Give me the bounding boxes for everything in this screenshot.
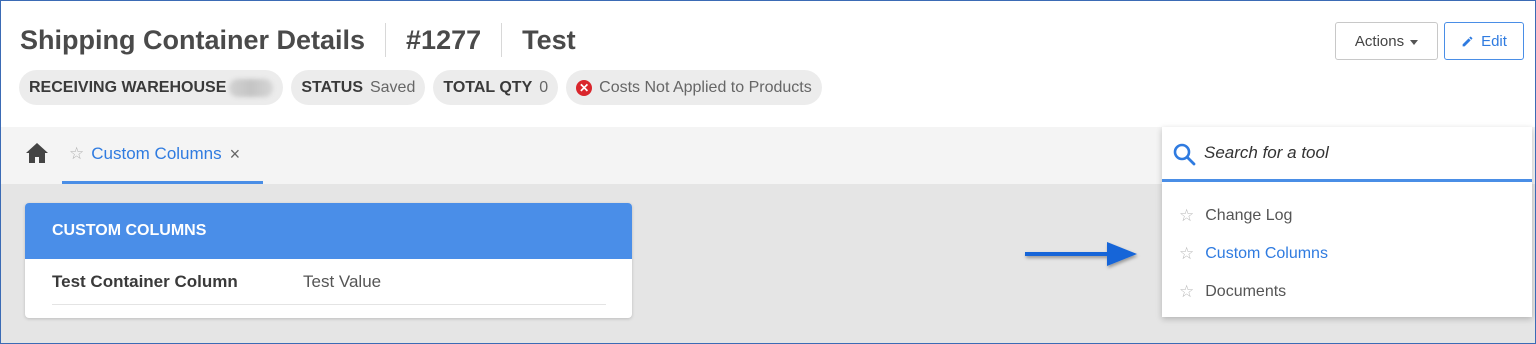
tool-item-change-log[interactable]: ☆ Change Log [1162, 197, 1532, 235]
edit-button[interactable]: Edit [1444, 22, 1524, 60]
record-number: #1277 [406, 25, 482, 55]
tool-search-bar [1162, 127, 1532, 182]
status-value: Saved [369, 78, 416, 96]
close-icon[interactable]: × [230, 144, 241, 165]
card-title: CUSTOM COLUMNS [25, 203, 632, 259]
status-chip: STATUS Saved [291, 70, 426, 105]
total-qty-value: 0 [539, 78, 549, 96]
title-row: Shipping Container Details #1277 Test [20, 23, 576, 57]
tool-item-label: Change Log [1205, 207, 1293, 224]
tool-search-dropdown: ☆ Change Log ☆ Custom Columns ☆ Document… [1162, 127, 1532, 317]
total-qty-chip: TOTAL QTY 0 [433, 70, 559, 105]
status-label: STATUS [301, 78, 363, 96]
tool-item-label: Custom Columns [1205, 245, 1328, 262]
arrow-right-icon [1025, 242, 1137, 266]
custom-column-row: Test Container Column Test Value [52, 259, 606, 305]
edit-button-label: Edit [1481, 32, 1507, 50]
app-frame: Shipping Container Details #1277 Test RE… [0, 0, 1536, 344]
total-qty-label: TOTAL QTY [443, 78, 533, 96]
tab-label: Custom Columns [91, 144, 222, 163]
title-divider [385, 23, 387, 57]
search-icon [1173, 143, 1196, 166]
home-icon[interactable] [25, 142, 49, 164]
custom-columns-card: CUSTOM COLUMNS Test Container Column Tes… [25, 203, 632, 318]
star-outline-icon[interactable]: ☆ [1179, 206, 1194, 226]
costs-warning-chip: ✕ Costs Not Applied to Products [566, 70, 822, 105]
warehouse-chip: RECEIVING WAREHOUSE [19, 70, 284, 105]
summary-chips: RECEIVING WAREHOUSE STATUS Saved TOTAL Q… [19, 70, 822, 105]
record-name: Test [522, 25, 576, 55]
error-circle-icon: ✕ [576, 79, 593, 96]
tool-item-custom-columns[interactable]: ☆ Custom Columns [1162, 235, 1532, 273]
page-title: Shipping Container Details [20, 25, 366, 55]
title-divider [501, 23, 503, 57]
tool-item-documents[interactable]: ☆ Documents [1162, 273, 1532, 311]
star-outline-icon[interactable]: ☆ [1179, 244, 1194, 264]
tool-item-label: Documents [1205, 283, 1287, 300]
custom-column-value: Test Value [303, 271, 382, 291]
tool-list: ☆ Change Log ☆ Custom Columns ☆ Document… [1162, 197, 1532, 311]
tab-custom-columns[interactable]: ☆ Custom Columns × [62, 127, 263, 184]
tool-search-input[interactable] [1204, 139, 1514, 167]
custom-column-name: Test Container Column [52, 271, 238, 291]
warehouse-label: RECEIVING WAREHOUSE [29, 78, 227, 96]
costs-warning-text: Costs Not Applied to Products [599, 78, 812, 96]
star-outline-icon[interactable]: ☆ [69, 144, 84, 164]
pencil-icon [1462, 36, 1473, 46]
warehouse-value-redacted [229, 78, 274, 97]
caret-down-icon [1410, 39, 1419, 45]
actions-button-label: Actions [1354, 32, 1405, 50]
page-header: Shipping Container Details #1277 Test RE… [1, 1, 1535, 127]
actions-button[interactable]: Actions [1335, 22, 1438, 60]
star-outline-icon[interactable]: ☆ [1179, 282, 1194, 302]
